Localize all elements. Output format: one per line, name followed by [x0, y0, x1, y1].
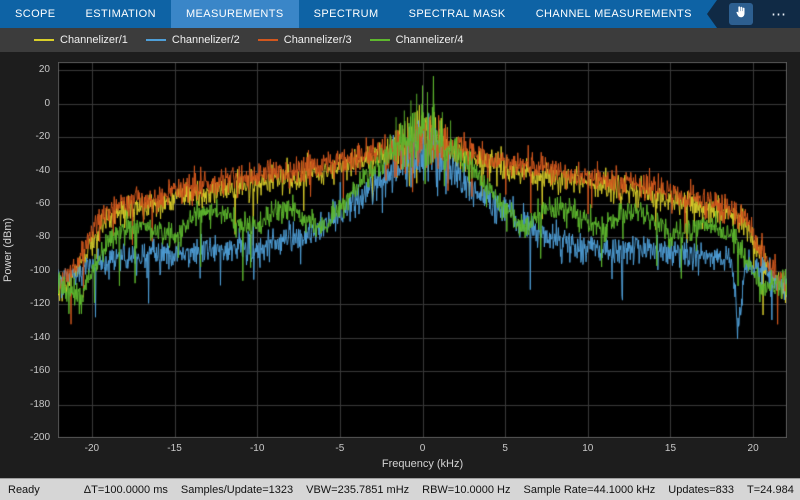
- toolstrip-collapse-notch: [707, 0, 717, 28]
- x-tick-label: 10: [571, 443, 605, 454]
- legend-line-swatch: [34, 39, 54, 41]
- y-tick-label: -100: [0, 265, 50, 276]
- y-tick-label: -20: [0, 131, 50, 142]
- status-segments: ΔT=100.0000 ms Samples/Update=1323 VBW=235…: [84, 484, 794, 496]
- x-tick-label: -20: [75, 443, 109, 454]
- tab-scope[interactable]: SCOPE: [0, 0, 71, 28]
- x-tick-label: 20: [736, 443, 770, 454]
- legend-line-swatch: [146, 39, 166, 41]
- y-tick-label: 20: [0, 64, 50, 75]
- legend-label: Channelizer/1: [60, 34, 128, 46]
- legend-label: Channelizer/4: [396, 34, 464, 46]
- status-segment: ΔT=100.0000 ms: [84, 484, 168, 496]
- spectrum-plot: Power (dBm) Frequency (kHz) 20 0 -20 -40 -60…: [0, 52, 800, 478]
- tab-estimation[interactable]: ESTIMATION: [71, 0, 171, 28]
- legend-item-4[interactable]: Channelizer/4: [370, 34, 464, 46]
- status-segment: VBW=235.7851 mHz: [306, 484, 409, 496]
- hand-icon: [734, 5, 748, 24]
- tab-bar: SCOPEESTIMATIONMEASUREMENTSSPECTRUMSPECT…: [0, 0, 800, 28]
- tab-spectrum[interactable]: SPECTRUM: [299, 0, 394, 28]
- tab-bar-right: ⋯: [707, 0, 800, 28]
- y-tick-label: -120: [0, 298, 50, 309]
- spectrum-canvas[interactable]: [58, 62, 787, 438]
- legend-label: Channelizer/3: [284, 34, 352, 46]
- status-segment: RBW=10.0000 Hz: [422, 484, 510, 496]
- status-segment: Updates=833: [668, 484, 734, 496]
- y-tick-label: -40: [0, 165, 50, 176]
- status-bar: Ready ΔT=100.0000 ms Samples/Update=1323 V…: [0, 478, 800, 500]
- y-tick-label: -140: [0, 332, 50, 343]
- legend: Channelizer/1 Channelizer/2 Channelizer/3 C…: [0, 28, 800, 52]
- y-tick-label: -200: [0, 432, 50, 443]
- x-tick-label: -15: [158, 443, 192, 454]
- status-segment: T=24.984: [747, 484, 794, 496]
- tab-channel-measurements[interactable]: CHANNEL MEASUREMENTS: [521, 0, 707, 28]
- y-tick-label: -60: [0, 198, 50, 209]
- x-tick-label: 0: [406, 443, 440, 454]
- x-tick-label: 15: [653, 443, 687, 454]
- status-ready: Ready: [8, 484, 40, 496]
- x-axis-label: Frequency (kHz): [58, 458, 787, 470]
- legend-line-swatch: [258, 39, 278, 41]
- legend-item-2[interactable]: Channelizer/2: [146, 34, 240, 46]
- status-segment: Samples/Update=1323: [181, 484, 293, 496]
- x-tick-label: -5: [323, 443, 357, 454]
- plot-axes[interactable]: [58, 62, 787, 438]
- legend-item-1[interactable]: Channelizer/1: [34, 34, 128, 46]
- status-segment: Sample Rate=44.1000 kHz: [524, 484, 656, 496]
- legend-line-swatch: [370, 39, 390, 41]
- y-tick-label: -160: [0, 365, 50, 376]
- tab-list: SCOPEESTIMATIONMEASUREMENTSSPECTRUMSPECT…: [0, 0, 707, 28]
- spectrum-analyzer-window: SCOPEESTIMATIONMEASUREMENTSSPECTRUMSPECT…: [0, 0, 800, 500]
- tab-spectral-mask[interactable]: SPECTRAL MASK: [394, 0, 521, 28]
- more-options-icon[interactable]: ⋯: [767, 7, 790, 22]
- tab-measurements[interactable]: MEASUREMENTS: [171, 0, 299, 28]
- pan-hand-button[interactable]: [729, 3, 753, 25]
- y-axis-label: Power (dBm): [0, 62, 16, 438]
- legend-item-3[interactable]: Channelizer/3: [258, 34, 352, 46]
- x-tick-label: 5: [488, 443, 522, 454]
- y-tick-label: 0: [0, 98, 50, 109]
- y-tick-label: -80: [0, 231, 50, 242]
- x-tick-label: -10: [240, 443, 274, 454]
- legend-label: Channelizer/2: [172, 34, 240, 46]
- y-tick-label: -180: [0, 399, 50, 410]
